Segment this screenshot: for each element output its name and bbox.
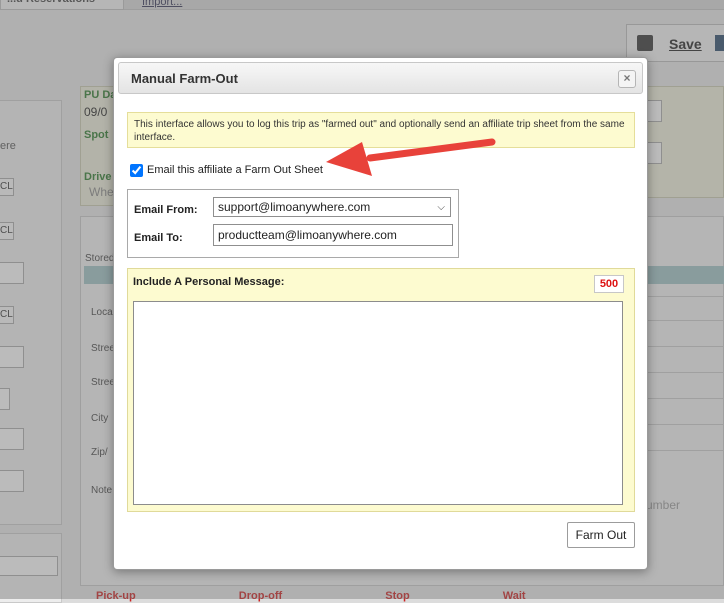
farm-out-dialog: Manual Farm-Out × This interface allows … — [113, 57, 648, 570]
email-from-label: Email From: — [134, 204, 198, 216]
farm-out-button[interactable]: Farm Out — [567, 522, 635, 548]
email-affiliate-checkbox[interactable] — [130, 163, 143, 177]
email-to-input[interactable] — [213, 224, 453, 246]
personal-message-label: Include A Personal Message: — [133, 276, 285, 288]
character-count-badge: 500 — [594, 275, 624, 293]
email-settings-box: Email From: support@limoanywhere.com ⌵ E… — [127, 189, 459, 258]
email-from-select[interactable]: support@limoanywhere.com ⌵ — [213, 197, 451, 217]
dialog-title: Manual Farm-Out — [131, 71, 238, 86]
close-button[interactable]: × — [618, 70, 636, 88]
dialog-header: Manual Farm-Out × — [118, 62, 643, 94]
chevron-down-icon: ⌵ — [437, 202, 445, 213]
personal-message-box: Include A Personal Message: 500 — [127, 268, 635, 512]
personal-message-textarea[interactable] — [133, 301, 623, 505]
email-affiliate-option[interactable]: Email this affiliate a Farm Out Sheet — [130, 162, 323, 178]
info-message: This interface allows you to log this tr… — [127, 112, 635, 148]
email-to-label: Email To: — [134, 232, 183, 244]
email-affiliate-label: Email this affiliate a Farm Out Sheet — [147, 164, 323, 176]
email-from-value: support@limoanywhere.com — [218, 200, 371, 214]
